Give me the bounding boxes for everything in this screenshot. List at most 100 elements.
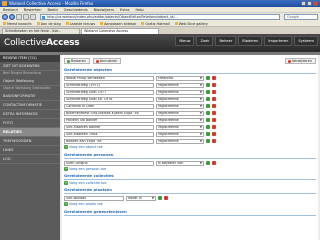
sidebar-item-foto[interactable]: FOTO (0, 119, 60, 128)
nav-importeren[interactable]: Importeren (264, 36, 293, 46)
relation-name-field[interactable]: Bloemenfeest Sint-Niklaas Kijkers Expo '… (64, 110, 154, 116)
bookmark-item[interactable]: Aan de slag (37, 22, 61, 26)
nav-beheer[interactable]: Beheer (215, 36, 237, 46)
edit-icon[interactable] (206, 83, 210, 87)
delete-icon (288, 59, 291, 63)
relation-name-field[interactable]: Carnaval in Doel (64, 103, 154, 109)
bookmark-item[interactable]: Gratis Hotmail (141, 22, 169, 26)
relation-name-field[interactable]: Schelderweg Doel ca. 1978 (64, 96, 154, 102)
menu-extra[interactable]: Extra (120, 8, 130, 12)
add-person-button[interactable]: + Voeg een persoon toe (64, 167, 316, 171)
minimize-icon[interactable] (301, 1, 306, 6)
delete-icon[interactable] (212, 104, 216, 108)
relation-name-field[interactable]: Bezoek aan Expo '58 (64, 138, 154, 144)
relation-name-field[interactable]: Schelderweg (1971) (64, 82, 154, 88)
relation-type-select[interactable]: registreerde ▼ (156, 82, 204, 88)
sidebar-item-title[interactable]: ZIET DIT BOEKWERK (0, 62, 60, 71)
delete-icon[interactable] (212, 125, 216, 129)
bookmark-item[interactable]: Web Slice gallery (175, 22, 208, 26)
search-input[interactable]: Google (284, 14, 318, 20)
edit-icon[interactable] (206, 76, 210, 80)
bookmark-item[interactable]: Aanpassen sidebar (100, 22, 136, 26)
relation-row: Sven Dingha is bezetter van ▼ (64, 160, 316, 166)
forward-icon[interactable] (9, 14, 15, 20)
nav-nieuw[interactable]: Nieuw (175, 36, 195, 46)
sidebar-item-extra-informatie[interactable]: EXTRA INFORMATIE (0, 110, 60, 119)
menu-geschiedenis[interactable]: Geschiedenis (64, 8, 88, 12)
edit-icon[interactable] (206, 118, 210, 122)
bookmark-item[interactable]: Meest bezocht (3, 22, 32, 26)
relation-name-field[interactable]: Schelderweg Doel 1977 (64, 89, 154, 95)
edit-icon[interactable] (206, 125, 210, 129)
sidebar-item-relaties[interactable]: RELATIES (0, 128, 60, 137)
sidebar-item-basisinformatie[interactable]: BASISINFORMATIE (0, 92, 60, 101)
edit-icon[interactable] (206, 132, 210, 136)
relation-type-select[interactable]: registreerde ▼ (156, 89, 204, 95)
relation-type-select[interactable]: wordt in ▼ (126, 195, 156, 201)
delete-icon[interactable] (164, 196, 168, 200)
edit-icon[interactable] (206, 139, 210, 143)
cancel-button[interactable]: Annuleren (92, 58, 122, 64)
sidebar-item-contactinformatie[interactable]: CONTACTINFORMATIE (0, 101, 60, 110)
save-button[interactable]: Bewaren (64, 58, 90, 64)
relation-name-field[interactable]: Noble Philip Verheesen (64, 75, 154, 81)
delete-button[interactable]: Verwijderen (285, 58, 316, 64)
sidebar-item-trefwoorden[interactable]: TREFWOORDEN (0, 137, 60, 146)
relation-type-select[interactable]: registreerde ▼ (156, 117, 204, 123)
relation-type-select[interactable]: registreerde ▼ (156, 138, 204, 144)
logo-text-light: Collective (4, 38, 47, 48)
nav-bladeren[interactable]: Bladeren (238, 36, 263, 46)
delete-icon[interactable] (212, 139, 216, 143)
add-place-button[interactable]: + Voeg een plaats toe (64, 202, 316, 206)
relation-type-select[interactable]: registreerde ▼ (156, 131, 204, 137)
add-object-button[interactable]: + Voeg een object toe (64, 145, 316, 149)
nav-systeem[interactable]: Systeem (294, 36, 318, 46)
delete-icon[interactable] (212, 161, 216, 165)
delete-icon[interactable] (212, 111, 216, 115)
stop-icon[interactable] (23, 14, 29, 20)
add-collection-button[interactable]: + Voeg een collectie toe (64, 181, 316, 185)
delete-label: Verwijderen (292, 59, 312, 63)
sidebar-item-object[interactable]: Object Wolfsburg (0, 77, 60, 86)
sidebar-item-log[interactable]: LOG (0, 155, 60, 164)
relation-type-select[interactable]: registreerde ▼ (156, 110, 204, 116)
home-icon[interactable] (30, 14, 36, 20)
edit-icon[interactable] (206, 104, 210, 108)
delete-icon[interactable] (212, 76, 216, 80)
relation-type-select[interactable]: registreerde ▼ (156, 103, 204, 109)
menu-bladwijzers[interactable]: Bladwijzers (94, 8, 114, 12)
menu-help[interactable]: Help (135, 8, 143, 12)
delete-icon[interactable] (212, 132, 216, 136)
relation-type-select[interactable]: registreerde ▼ (156, 96, 204, 102)
delete-icon[interactable] (212, 90, 216, 94)
bookmark-item[interactable]: Laatste nieuws (66, 22, 96, 26)
menu-beeld[interactable]: Beeld (47, 8, 57, 12)
edit-icon[interactable] (158, 196, 162, 200)
relation-name-field[interactable]: Paviens uw bakker (64, 117, 154, 123)
maximize-icon[interactable] (307, 1, 312, 6)
delete-icon[interactable] (212, 83, 216, 87)
nav-zoek[interactable]: Zoek (196, 36, 214, 46)
sidebar-item-links[interactable]: LINKS (0, 146, 60, 155)
delete-icon[interactable] (212, 118, 216, 122)
relation-type-value: registreerde (158, 103, 179, 108)
edit-icon[interactable] (206, 90, 210, 94)
menu-bestand[interactable]: Bestand (3, 8, 18, 12)
app-logo[interactable]: CollectiveAccess (4, 38, 80, 48)
close-icon[interactable] (313, 1, 318, 6)
relation-name-field[interactable]: Sint-Maarten bakker (64, 124, 154, 130)
url-bar[interactable]: http://ca.wieland/index.php/editor/objec… (40, 14, 280, 20)
relation-type-select[interactable]: registreerde ▼ (156, 124, 204, 130)
relation-type-select[interactable]: is bezetter van ▼ (156, 160, 204, 166)
edit-icon[interactable] (206, 161, 210, 165)
reload-icon[interactable] (16, 14, 22, 20)
edit-icon[interactable] (206, 111, 210, 115)
menu-bewerken[interactable]: Bewerken (24, 8, 42, 12)
relation-type-select[interactable]: creatorlo ▼ (156, 75, 204, 81)
relation-name-field[interactable]: Sint-Niklaas (64, 195, 124, 201)
delete-icon[interactable] (212, 97, 216, 101)
relation-name-field[interactable]: Sven Dingha (64, 160, 154, 166)
back-icon[interactable] (2, 14, 8, 20)
relation-name-field[interactable]: Sint-Maarten 1984 (64, 131, 154, 137)
edit-icon[interactable] (206, 97, 210, 101)
